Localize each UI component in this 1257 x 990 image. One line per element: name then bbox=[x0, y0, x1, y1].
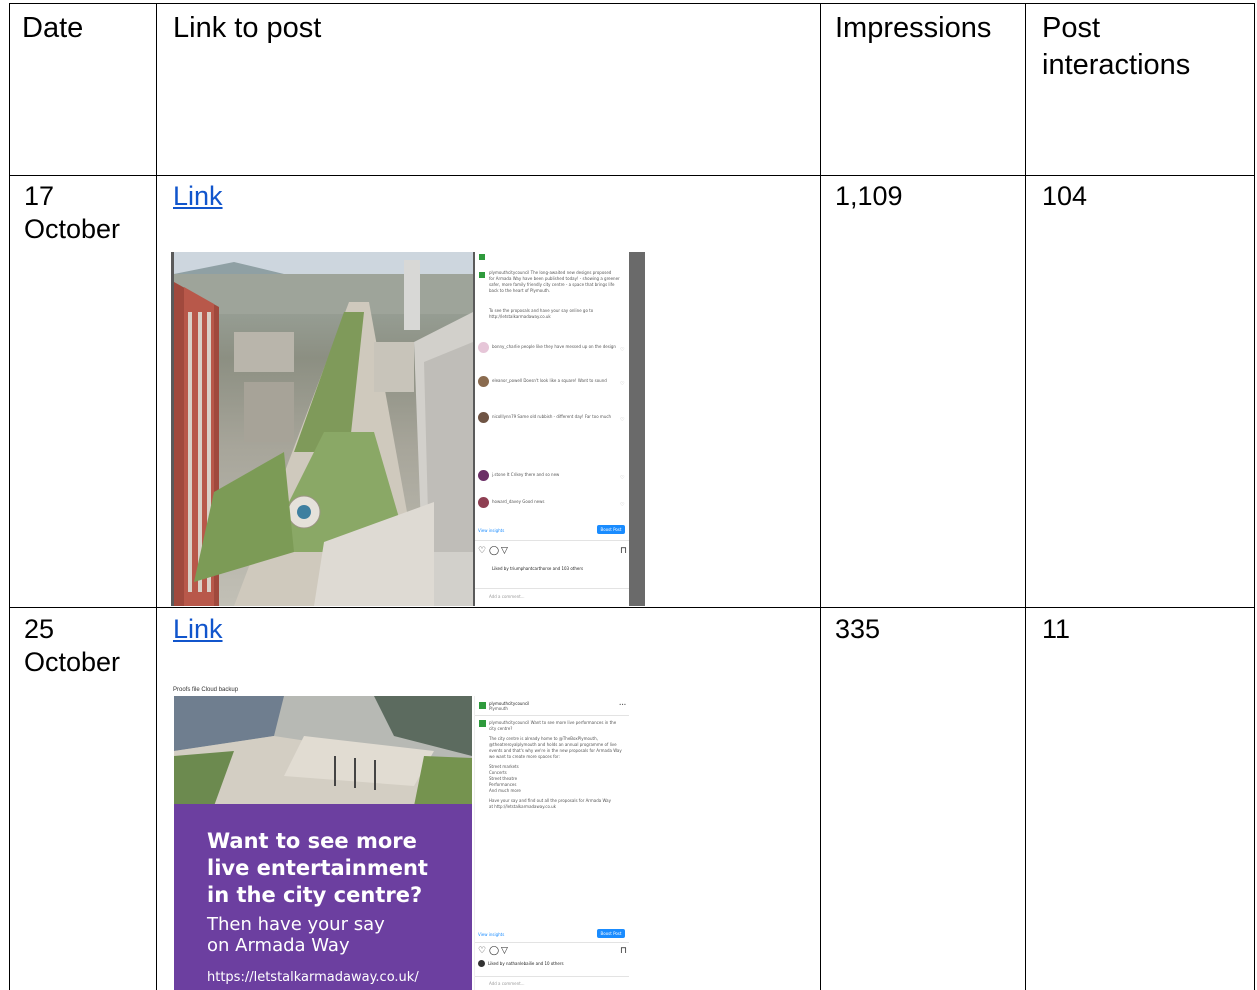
caption-line: http://letstalkarmadaway.co.uk bbox=[489, 314, 551, 319]
panel-divider bbox=[475, 540, 629, 541]
more-options-icon[interactable]: ••• bbox=[619, 702, 626, 708]
boost-post-button[interactable]: Boost Post bbox=[597, 929, 625, 938]
table-border-top bbox=[9, 3, 1255, 4]
comment-text: howard_davey Good news bbox=[492, 499, 545, 504]
like-comment-icon[interactable]: ♡ bbox=[620, 381, 624, 387]
liker-avatar bbox=[478, 960, 485, 967]
date-day: 25 bbox=[24, 614, 55, 644]
account-logo-icon bbox=[479, 720, 486, 727]
lightbox-backdrop bbox=[629, 252, 645, 606]
heart-icon[interactable]: ♡ bbox=[478, 546, 486, 556]
comment-text: j.stone It Crikey there and so new bbox=[492, 472, 560, 477]
liked-by-text: Liked by nathanlebailie and 10 others bbox=[488, 961, 564, 966]
row-2-impressions: 335 bbox=[835, 614, 881, 644]
plaza-illustration bbox=[174, 696, 472, 806]
post-screenshot-2: Proofs file Cloud backup Want to see mor… bbox=[171, 684, 645, 990]
table-border-right bbox=[1254, 3, 1255, 990]
comment-icon[interactable]: ◯ bbox=[489, 946, 499, 956]
panel-divider bbox=[475, 942, 629, 943]
promo-image: Want to see more live entertainment in t… bbox=[174, 696, 472, 990]
post-screenshot-1: plymouthcitycouncil The long-awaited new… bbox=[171, 252, 645, 606]
browser-bookmarks-bar: Proofs file Cloud backup bbox=[171, 684, 645, 696]
commenter-avatar bbox=[478, 412, 489, 423]
armada-way-render-image bbox=[174, 252, 473, 606]
post-location: Plymouth bbox=[489, 706, 508, 711]
promo-url: https://letstalkarmadaway.co.uk/ bbox=[207, 970, 419, 985]
date-month: October bbox=[24, 647, 121, 677]
panel-divider bbox=[475, 588, 629, 589]
commenter-avatar bbox=[478, 497, 489, 508]
row-divider bbox=[9, 175, 1255, 176]
view-insights-link[interactable]: View insights bbox=[478, 932, 504, 938]
account-logo-icon bbox=[479, 254, 485, 260]
heart-icon[interactable]: ♡ bbox=[478, 946, 486, 956]
caption-line: we want to create more spaces for: bbox=[489, 754, 560, 759]
bookmark-icon[interactable]: ⊓ bbox=[620, 546, 627, 556]
like-comment-icon[interactable]: ♡ bbox=[620, 347, 624, 353]
caption-line: And much more bbox=[489, 788, 521, 793]
aerial-view-illustration bbox=[174, 252, 473, 606]
boost-post-button[interactable]: Boost Post bbox=[597, 525, 625, 534]
row-1-impressions: 1,109 bbox=[835, 181, 903, 211]
share-icon[interactable]: ▽ bbox=[501, 546, 508, 556]
row-2-post-link[interactable]: Link bbox=[173, 613, 223, 646]
header-interactions-line2: interactions bbox=[1042, 49, 1191, 81]
account-logo-icon bbox=[479, 272, 485, 278]
bookmark-icon[interactable]: ⊓ bbox=[620, 946, 627, 956]
share-icon[interactable]: ▽ bbox=[501, 946, 508, 956]
comment-text: nicolllynn79 Same old rubbish - differen… bbox=[492, 414, 612, 419]
commenter-avatar bbox=[478, 376, 489, 387]
promo-sub-line: Then have your say bbox=[207, 914, 385, 935]
instagram-post-panel: plymouthcitycouncil The long-awaited new… bbox=[475, 252, 629, 606]
commenter-avatar bbox=[478, 470, 489, 481]
promo-heading-line: Want to see more bbox=[207, 829, 417, 853]
date-month: October bbox=[24, 214, 121, 244]
row-1-post-link[interactable]: Link bbox=[173, 180, 223, 213]
row-1-date: 17 October bbox=[24, 180, 120, 246]
column-divider bbox=[156, 3, 157, 990]
panel-divider bbox=[475, 715, 629, 716]
like-comment-icon[interactable]: ♡ bbox=[620, 475, 624, 481]
add-comment-input[interactable]: Add a comment... bbox=[489, 981, 525, 987]
caption-line: back to the heart of Plymouth. bbox=[489, 288, 551, 293]
like-comment-icon[interactable]: ♡ bbox=[620, 417, 624, 423]
instagram-post-panel: plymouthcitycouncil Plymouth ••• plymout… bbox=[474, 696, 629, 990]
table-border-left bbox=[9, 3, 10, 990]
row-2-date: 25 October bbox=[24, 613, 120, 679]
header-impressions: Impressions bbox=[835, 12, 992, 44]
account-logo-icon bbox=[479, 702, 486, 709]
column-divider bbox=[1025, 3, 1026, 990]
date-day: 17 bbox=[24, 181, 55, 211]
promo-heading-line: in the city centre? bbox=[207, 883, 423, 907]
caption-line: city centre? bbox=[489, 726, 513, 731]
promo-sub-line: on Armada Way bbox=[207, 935, 350, 956]
header-interactions: Post interactions bbox=[1042, 10, 1190, 84]
liked-by-text: Liked by triumphantcarthorse and 103 oth… bbox=[492, 566, 584, 571]
comment-icon[interactable]: ◯ bbox=[489, 546, 499, 556]
add-comment-input[interactable]: Add a comment... bbox=[489, 594, 525, 600]
row-2-interactions: 11 bbox=[1042, 614, 1071, 644]
header-link: Link to post bbox=[173, 12, 322, 44]
caption-line: at http://letstalkarmadaway.co.uk bbox=[489, 804, 556, 809]
comment-text: eleanor_powell Doesn't look like a squar… bbox=[492, 378, 607, 383]
row-divider bbox=[9, 607, 1255, 608]
like-comment-icon[interactable]: ♡ bbox=[620, 502, 624, 508]
commenter-avatar bbox=[478, 342, 489, 353]
row-1-interactions: 104 bbox=[1042, 181, 1088, 211]
header-interactions-line1: Post bbox=[1042, 12, 1101, 44]
panel-divider bbox=[475, 976, 629, 977]
comment-text: bonny_charlie people like they have mess… bbox=[492, 344, 616, 349]
column-divider bbox=[820, 3, 821, 990]
header-date: Date bbox=[22, 12, 84, 44]
view-insights-link[interactable]: View insights bbox=[478, 528, 504, 534]
promo-heading-line: live entertainment bbox=[207, 856, 428, 880]
